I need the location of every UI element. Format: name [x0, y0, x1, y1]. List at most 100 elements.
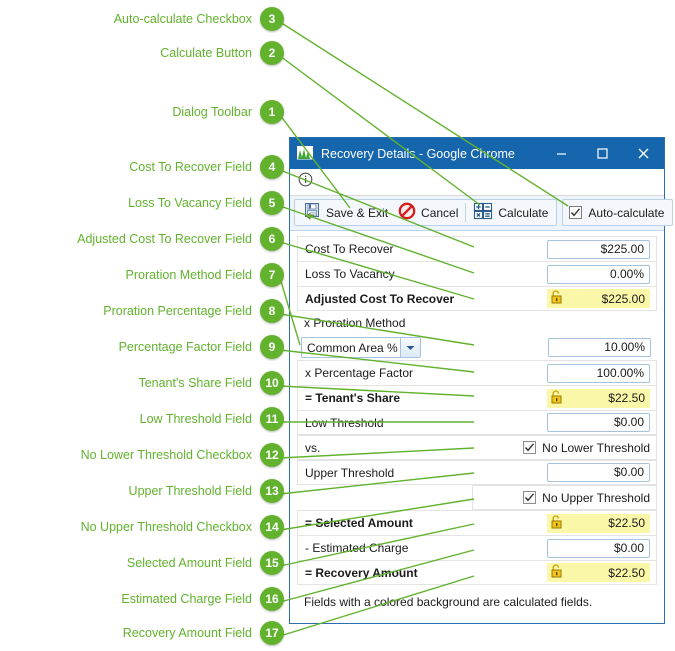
cancel-label: Cancel [421, 205, 459, 220]
recovery-form: Cost To Recover $225.00 Loss To Vacancy … [290, 231, 664, 623]
callout-badge-13: 13 [260, 479, 284, 503]
row-tenants-share: = Tenant's Share $22.50 [297, 385, 657, 410]
callout-8: Proration Percentage Field 8 [0, 299, 284, 323]
window-controls [541, 138, 664, 169]
auto-calculate-checkbox[interactable]: Auto-calculate [562, 199, 674, 226]
loss-to-vacancy-field[interactable]: 0.00% [547, 264, 650, 284]
calculate-label: Calculate [498, 205, 549, 220]
callout-label-9: Percentage Factor Field [118, 340, 252, 354]
proration-percentage-field[interactable]: 10.00% [548, 338, 651, 357]
callout-10: Tenant's Share Field 10 [0, 371, 284, 395]
cancel-button[interactable]: Cancel [393, 200, 463, 225]
callout-3: Auto-calculate Checkbox 3 [0, 7, 284, 31]
calculator-icon [473, 202, 493, 223]
tenants-share-label: = Tenant's Share [305, 391, 400, 405]
auto-calculate-checkbox-box[interactable] [569, 206, 583, 219]
callout-label-15: Selected Amount Field [126, 556, 252, 570]
dialog-toolbar: Save & Exit Cancel Calculate Auto-calcul… [290, 196, 674, 231]
unlocked-padlock-icon [550, 389, 563, 407]
estimated-charge-field[interactable]: $0.00 [547, 538, 650, 558]
unlocked-padlock-icon [550, 564, 563, 581]
callout-label-7: Proration Method Field [125, 268, 252, 282]
row-proration-method-header: x Proration Method [297, 311, 657, 335]
callout-badge-9: 9 [260, 335, 284, 359]
no-upper-threshold-checkbox[interactable]: No Upper Threshold [523, 491, 650, 505]
row-recovery-amount: = Recovery Amount $22.50 [297, 560, 657, 585]
callout-13: Upper Threshold Field 13 [0, 479, 284, 503]
no-lower-threshold-label: No Lower Threshold [542, 440, 650, 455]
callout-6: Adjusted Cost To Recover Field 6 [0, 227, 284, 251]
no-upper-threshold-checkbox-box[interactable] [523, 491, 537, 504]
close-icon[interactable] [623, 138, 664, 169]
row-upper-threshold: Upper Threshold $0.00 [297, 460, 657, 485]
row-selected-amount: = Selected Amount $22.50 [297, 510, 657, 535]
row-no-upper-threshold: No Upper Threshold [472, 485, 657, 510]
chart-w-icon [297, 145, 313, 162]
callout-14: No Upper Threshold Checkbox 14 [0, 515, 284, 539]
info-circle-icon[interactable] [298, 172, 313, 192]
row-cost-to-recover: Cost To Recover $225.00 [297, 236, 657, 261]
callout-label-11: Low Threshold Field [139, 412, 252, 426]
callout-label-12: No Lower Threshold Checkbox [80, 448, 252, 462]
callout-15: Selected Amount Field 15 [0, 551, 284, 575]
callout-1: Dialog Toolbar 1 [0, 100, 284, 124]
upper-threshold-field[interactable]: $0.00 [547, 463, 650, 482]
callout-badge-17: 17 [260, 621, 284, 645]
row-estimated-charge: - Estimated Charge $0.00 [297, 535, 657, 560]
callout-badge-15: 15 [260, 551, 284, 575]
callout-label-4: Cost To Recover Field [129, 160, 252, 174]
row-proration-method: Common Area % 10.00% [297, 335, 657, 360]
save-disk-icon [303, 202, 321, 223]
callout-16: Estimated Charge Field 16 [0, 587, 284, 611]
selected-amount-value: $22.50 [608, 516, 645, 530]
proration-method-select[interactable]: Common Area % [301, 337, 421, 358]
callout-label-3: Auto-calculate Checkbox [113, 12, 252, 26]
callout-label-10: Tenant's Share Field [138, 376, 252, 390]
callout-label-2: Calculate Button [160, 46, 252, 60]
callout-badge-8: 8 [260, 299, 284, 323]
callout-9: Percentage Factor Field 9 [0, 335, 284, 359]
row-no-lower-threshold: vs. No Lower Threshold [297, 435, 657, 460]
callout-badge-1: 1 [260, 100, 284, 124]
callout-badge-14: 14 [260, 515, 284, 539]
callout-badge-7: 7 [260, 263, 284, 287]
unlocked-padlock-icon [550, 514, 563, 532]
tenants-share-value: $22.50 [608, 391, 645, 405]
cancel-prohibited-icon [398, 202, 416, 223]
callout-badge-2: 2 [260, 41, 284, 65]
callout-label-5: Loss To Vacancy Field [128, 196, 252, 210]
vs-label: vs. [305, 440, 321, 455]
chevron-down-icon[interactable] [400, 338, 420, 357]
no-lower-threshold-checkbox-box[interactable] [523, 441, 537, 454]
recovery-details-dialog: Recovery Details - Google Chrome Save & … [289, 137, 674, 624]
recovery-amount-label: = Recovery Amount [305, 565, 418, 580]
no-upper-threshold-label: No Upper Threshold [542, 490, 650, 505]
percentage-factor-label: x Percentage Factor [305, 366, 414, 380]
cost-to-recover-field[interactable]: $225.00 [547, 239, 650, 259]
cost-to-recover-label: Cost To Recover [305, 242, 394, 256]
callout-badge-6: 6 [260, 227, 284, 251]
unlocked-padlock-icon [550, 290, 563, 307]
callout-5: Loss To Vacancy Field 5 [0, 191, 284, 215]
maximize-icon[interactable] [582, 138, 623, 169]
minimize-icon[interactable] [541, 138, 582, 169]
calculate-button[interactable]: Calculate [468, 200, 553, 225]
callout-badge-5: 5 [260, 191, 284, 215]
callout-badge-10: 10 [260, 371, 284, 395]
adjusted-cost-to-recover-field: $225.00 [547, 289, 650, 308]
low-threshold-field[interactable]: $0.00 [547, 413, 650, 432]
calculated-fields-footnote: Fields with a colored background are cal… [304, 595, 593, 609]
callout-label-13: Upper Threshold Field [128, 484, 252, 498]
loss-to-vacancy-label: Loss To Vacancy [305, 267, 395, 281]
adjusted-cost-to-recover-value: $225.00 [601, 291, 645, 306]
adjusted-cost-to-recover-label: Adjusted Cost To Recover [305, 291, 455, 306]
dialog-titlebar[interactable]: Recovery Details - Google Chrome [290, 138, 664, 169]
recovery-amount-value: $22.50 [608, 565, 645, 580]
save-exit-button[interactable]: Save & Exit [298, 200, 393, 225]
percentage-factor-field[interactable]: 100.00% [547, 363, 650, 383]
no-lower-threshold-checkbox[interactable]: No Lower Threshold [523, 441, 650, 455]
selected-amount-label: = Selected Amount [305, 516, 413, 530]
callout-4: Cost To Recover Field 4 [0, 155, 284, 179]
callout-label-17: Recovery Amount Field [122, 626, 252, 640]
selected-amount-field: $22.50 [547, 513, 650, 533]
